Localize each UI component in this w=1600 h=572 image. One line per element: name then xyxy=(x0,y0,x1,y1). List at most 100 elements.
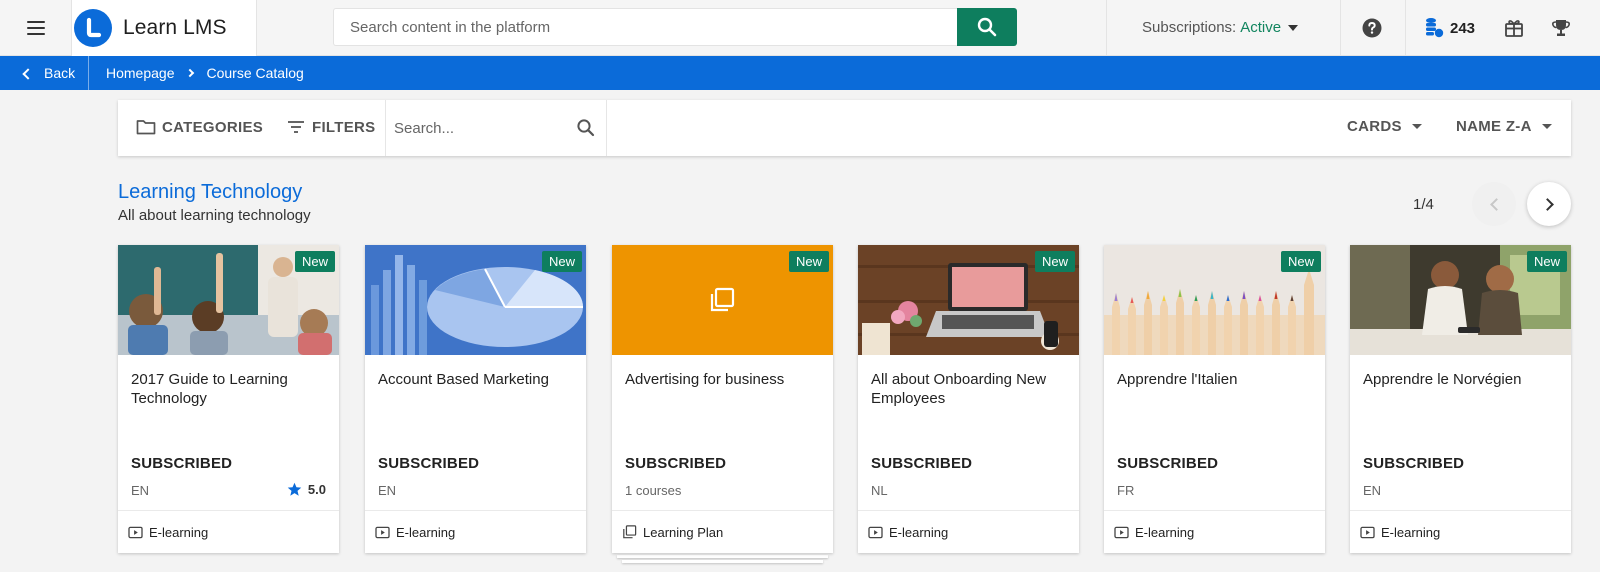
learning-plan-icon xyxy=(623,525,637,539)
enrollment-status: SUBSCRIBED xyxy=(378,455,480,472)
course-type-label: E-learning xyxy=(1135,524,1195,540)
video-icon xyxy=(1114,526,1129,538)
breadcrumb-bar: Back Homepage Course Catalog xyxy=(0,56,1600,90)
back-label: Back xyxy=(44,65,76,81)
sort-label: NAME Z-A xyxy=(1456,118,1532,135)
course-type: E-learning xyxy=(1350,510,1571,553)
view-mode-dropdown[interactable]: CARDS xyxy=(1347,118,1422,135)
course-language: FR xyxy=(1117,483,1135,498)
categories-button[interactable]: CATEGORIES xyxy=(136,118,263,136)
catalog-search-input[interactable] xyxy=(394,119,564,137)
course-title: Advertising for business xyxy=(625,371,785,388)
video-icon xyxy=(1360,526,1375,538)
course-type: E-learning xyxy=(1104,510,1325,553)
stack-shadow xyxy=(617,555,828,558)
enrollment-status: SUBSCRIBED xyxy=(625,455,727,472)
subscriptions-label: Subscriptions: xyxy=(1142,19,1237,36)
search-icon xyxy=(977,17,997,37)
help-icon[interactable] xyxy=(1360,16,1384,40)
credits-counter[interactable]: 243 xyxy=(1424,17,1475,39)
brand-logo[interactable]: Learn LMS xyxy=(71,0,257,56)
course-thumbnail: New xyxy=(118,245,339,355)
view-mode-label: CARDS xyxy=(1347,118,1402,135)
course-thumbnail: New xyxy=(858,245,1079,355)
course-title: Apprendre le Norvégien xyxy=(1363,371,1522,388)
trophy-icon[interactable] xyxy=(1549,16,1573,40)
credits-value: 243 xyxy=(1450,19,1476,37)
chevron-left-icon xyxy=(1489,197,1503,211)
previous-page-button[interactable] xyxy=(1472,182,1516,226)
video-icon xyxy=(868,526,883,538)
next-page-button[interactable] xyxy=(1527,182,1571,226)
course-type-label: E-learning xyxy=(889,524,949,540)
enrollment-status: SUBSCRIBED xyxy=(1117,455,1219,472)
gift-icon[interactable] xyxy=(1502,16,1526,40)
course-type: E-learning xyxy=(858,510,1079,553)
course-thumbnail: New xyxy=(1104,245,1325,355)
course-type: E-learning xyxy=(365,510,586,553)
course-thumbnail: New xyxy=(1350,245,1571,355)
enrollment-status: SUBSCRIBED xyxy=(131,455,233,472)
divider xyxy=(1405,0,1406,56)
course-title: 2017 Guide to Learning Technology xyxy=(131,371,288,407)
new-badge: New xyxy=(788,251,829,272)
global-search xyxy=(333,8,1017,46)
course-rating: 5.0 xyxy=(287,482,326,497)
course-language: EN xyxy=(131,483,150,498)
new-badge: New xyxy=(541,251,582,272)
brand-name: Learn LMS xyxy=(123,16,227,39)
subscriptions-dropdown[interactable]: Subscriptions: Active xyxy=(1142,19,1299,36)
breadcrumb-homepage[interactable]: Homepage xyxy=(106,65,175,81)
page-indicator: 1/4 xyxy=(1413,196,1434,213)
menu-icon[interactable] xyxy=(18,16,54,40)
course-type-label: E-learning xyxy=(1381,524,1441,540)
search-icon[interactable] xyxy=(576,118,596,138)
chevron-right-icon xyxy=(185,68,194,78)
coins-icon xyxy=(1426,18,1444,38)
section-title[interactable]: Learning Technology xyxy=(118,181,302,204)
chevron-right-icon xyxy=(1540,197,1554,211)
new-badge: New xyxy=(294,251,335,272)
divider xyxy=(1340,0,1341,56)
top-header: Learn LMS Subscriptions: Active 243 xyxy=(0,0,1600,56)
course-language: EN xyxy=(1363,483,1382,498)
new-badge: New xyxy=(1526,251,1567,272)
back-button[interactable]: Back xyxy=(0,56,89,90)
filters-button[interactable]: FILTERS xyxy=(286,118,375,136)
course-card[interactable]: New 2017 Guide to Learning Technology SU… xyxy=(118,245,339,553)
caret-down-icon xyxy=(1541,124,1552,129)
filters-label: FILTERS xyxy=(312,118,376,136)
new-badge: New xyxy=(1034,251,1075,272)
course-type-label: Learning Plan xyxy=(643,524,724,540)
course-count: 1 courses xyxy=(625,483,682,498)
categories-label: CATEGORIES xyxy=(162,118,264,136)
sort-dropdown[interactable]: NAME Z-A xyxy=(1456,118,1552,135)
course-thumbnail: New xyxy=(612,245,833,355)
course-type: Learning Plan xyxy=(612,510,833,553)
section-subtitle: All about learning technology xyxy=(118,207,311,224)
global-search-button[interactable] xyxy=(957,8,1017,46)
course-card[interactable]: New Advertising for business SUBSCRIBED … xyxy=(612,245,833,553)
course-card[interactable]: New Apprendre l'Italien SUBSCRIBED FR E-… xyxy=(1104,245,1325,553)
caret-down-icon xyxy=(1288,24,1299,31)
global-search-input[interactable] xyxy=(333,8,957,46)
divider xyxy=(1106,0,1107,56)
course-title: All about Onboarding New Employees xyxy=(871,371,1047,407)
learning-plan-icon xyxy=(710,287,735,312)
enrollment-status: SUBSCRIBED xyxy=(871,455,973,472)
course-card[interactable]: New Account Based Marketing SUBSCRIBED E… xyxy=(365,245,586,553)
enrollment-status: SUBSCRIBED xyxy=(1363,455,1465,472)
folder-icon xyxy=(136,120,156,135)
star-icon xyxy=(287,482,302,496)
course-card[interactable]: New Apprendre le Norvégien SUBSCRIBED EN… xyxy=(1350,245,1571,553)
new-badge: New xyxy=(1280,251,1321,272)
course-title: Apprendre l'Italien xyxy=(1117,371,1238,388)
course-language: NL xyxy=(871,483,888,498)
catalog-search xyxy=(385,100,607,156)
course-thumbnail: New xyxy=(365,245,586,355)
caret-down-icon xyxy=(1411,124,1422,129)
course-type-label: E-learning xyxy=(396,524,456,540)
course-card[interactable]: New All about Onboarding New Employees S… xyxy=(858,245,1079,553)
breadcrumb-course-catalog[interactable]: Course Catalog xyxy=(207,65,304,81)
course-type-label: E-learning xyxy=(149,524,209,540)
